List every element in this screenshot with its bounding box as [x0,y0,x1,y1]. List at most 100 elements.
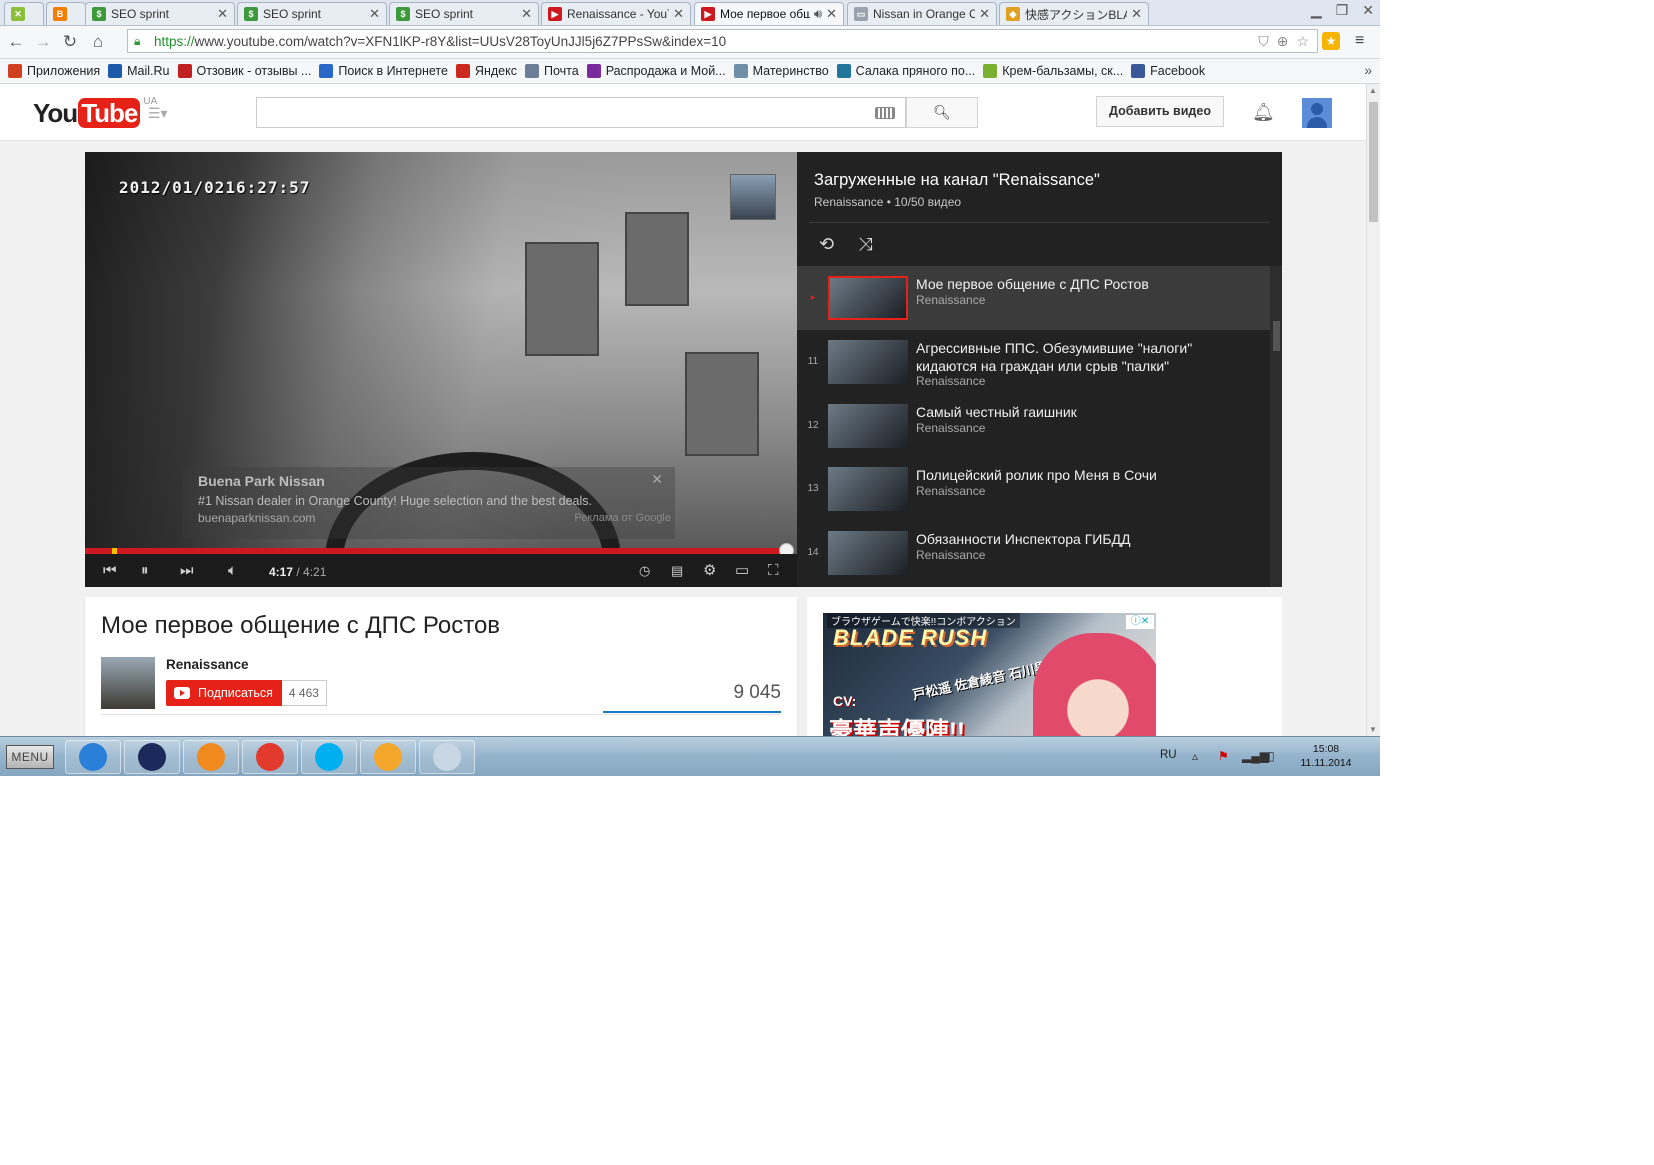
tab-close-icon[interactable]: ✕ [826,6,837,22]
bookmark-5[interactable]: Почта [524,64,579,78]
taskbar-app[interactable] [360,740,416,774]
fullscreen-icon[interactable]: ⛶ [768,561,779,581]
extension-icon[interactable]: ★ [1322,32,1340,50]
playlist-title[interactable]: Загруженные на канал "Renaissance" [814,171,1100,190]
scroll-down-icon[interactable]: ▼ [1369,725,1377,734]
channel-avatar[interactable] [101,657,155,709]
tab-4[interactable]: $ SEO sprint ✕ [389,2,539,25]
playlist-item[interactable]: 12 Самый честный гаишник Renaissance [797,394,1270,458]
ad-title[interactable]: Buena Park Nissan [198,473,325,489]
playlist-item[interactable]: ▸ Мое первое общение с ДПС Ростов Renaissa… [797,266,1270,330]
ad-url[interactable]: buenaparknissan.com [198,511,315,525]
youtube-logo[interactable]: You Tube UA [33,96,157,128]
video-player[interactable]: 2012/01/0216:27:57 Buena Park Nissan #1 … [85,152,797,587]
next-icon[interactable]: ⏭ [180,561,194,581]
tab-5[interactable]: ▶ Renaissance - YouTu ✕ [541,2,691,25]
taskbar-app[interactable] [183,740,239,774]
captions-icon[interactable]: ▤ [671,561,683,581]
taskbar-app[interactable] [124,740,180,774]
tab-3[interactable]: $ SEO sprint ✕ [237,2,387,25]
playlist-scrollbar[interactable] [1270,266,1282,587]
battery-icon[interactable]: ▯ [1268,749,1275,763]
adchoices-icon[interactable]: ⓘ✕ [1126,615,1154,629]
watch-later-icon[interactable]: ◷ [639,561,650,581]
bookmark-7[interactable]: Материнство [733,64,829,78]
tab-close-icon[interactable]: ✕ [369,6,380,22]
bookmark-1[interactable]: Mail.Ru [108,64,170,78]
keyboard-icon[interactable] [875,107,895,119]
subscribe-button[interactable]: Подписаться 4 463 [166,680,327,706]
playlist-item-thumbnail[interactable] [828,404,908,448]
tab-7[interactable]: ▭ Nissan in Orange Co ✕ [847,2,997,25]
scroll-up-icon[interactable]: ▲ [1369,86,1377,95]
forward-icon[interactable]: → [33,32,53,52]
page-scroll-thumb[interactable] [1369,102,1378,222]
tab-1[interactable]: B [46,2,86,25]
notifications-bell-icon[interactable]: 🔔︎ [1252,102,1275,123]
bookmark-10[interactable]: Facebook [1131,64,1205,78]
channel-name[interactable]: Renaissance [166,657,249,672]
taskbar-app[interactable] [419,740,475,774]
close-window-icon[interactable]: ✕ [1362,2,1374,19]
language-indicator[interactable]: RU [1160,749,1177,761]
settings-gear-icon[interactable]: ⚙ [703,561,716,581]
pause-icon[interactable]: ⏸ [141,561,149,581]
subscribe-main[interactable]: Подписаться [166,680,282,706]
video-frame[interactable]: 2012/01/0216:27:57 Buena Park Nissan #1 … [85,152,797,587]
tab-close-icon[interactable]: ✕ [217,6,228,22]
playlist-item[interactable]: 11 Агрессивные ППС. Обезумившие "налоги" … [797,330,1270,394]
ad-close-icon[interactable]: ✕ [651,471,663,488]
upload-button[interactable]: Добавить видео [1096,96,1224,127]
speaker-icon[interactable]: 🔊︎ [814,6,822,22]
previous-icon[interactable]: ⏮ [103,561,117,581]
tab-0[interactable]: ✕ [4,2,44,25]
back-icon[interactable]: ← [6,32,26,52]
page-scrollbar[interactable]: ▲ ▼ [1366,84,1380,736]
ad-banner[interactable]: ブラウザゲームで快楽!!コンボアクション BLADE RUSH 戸松遥 佐倉綾音… [823,613,1156,736]
taskbar-app[interactable] [65,740,121,774]
tab-2[interactable]: $ SEO sprint ✕ [85,2,235,25]
reload-icon[interactable]: ↻ [60,32,80,52]
bookmark-0[interactable]: Приложения [8,64,100,78]
bookmark-8[interactable]: Салака пряного по... [836,64,975,78]
playlist-item[interactable]: 14 Обязанности Инспектора ГИБДД Renaissanc… [797,521,1270,585]
tab-close-icon[interactable]: ✕ [521,6,532,22]
shield-icon[interactable]: ⛉ [1258,33,1269,50]
maximize-icon[interactable]: ❐ [1336,2,1349,19]
playlist-item-thumbnail[interactable] [828,340,908,384]
shuffle-icon[interactable]: ⤨ [858,234,872,255]
avatar[interactable] [1302,98,1332,128]
bookmark-2[interactable]: Отзовик - отзывы ... [177,64,311,78]
volume-icon[interactable]: 🔈︎ [228,561,237,581]
zoom-icon[interactable]: ⊕ [1277,33,1289,50]
tray-expand-icon[interactable]: ▵ [1192,749,1198,763]
bookmark-3[interactable]: Поиск в Интернете [319,64,448,78]
tab-close-icon[interactable]: ✕ [673,6,684,22]
start-button[interactable]: MENU [6,745,54,769]
home-icon[interactable]: ⌂ [88,32,108,52]
bookmark-4[interactable]: Яндекс [455,64,517,78]
tab-close-icon[interactable]: ✕ [1131,6,1142,22]
playlist-item[interactable]: 13 Полицейский ролик про Меня в Сочи Renai… [797,457,1270,521]
bookmarks-more-icon[interactable]: » [1364,62,1372,78]
playlist-item-thumbnail[interactable] [828,467,908,511]
tab-6[interactable]: ▶ Мое первое обш 🔊︎ ✕ [694,2,844,25]
loop-icon[interactable]: ⟲ [819,234,834,255]
playlist-scroll-thumb[interactable] [1273,321,1280,351]
bookmark-6[interactable]: Распродажа и Мой... [586,64,726,78]
playlist-item-thumbnail[interactable] [828,531,908,575]
signal-icon[interactable]: ▂▄▆ [1242,749,1269,763]
search-button[interactable]: 🔍︎ [906,97,978,128]
system-clock[interactable]: 15:08 11.11.2014 [1290,742,1362,770]
taskbar-app[interactable] [301,740,357,774]
taskbar-app[interactable] [242,740,298,774]
address-bar[interactable]: 🔒︎ https://www.youtube.com/watch?v=XFN1l… [127,29,1318,53]
tab-close-icon[interactable]: ✕ [979,6,990,22]
guide-menu-icon[interactable]: ☰▾ [148,106,168,120]
browser-menu-icon[interactable]: ≡ [1355,33,1371,49]
theater-mode-icon[interactable]: ▭ [735,561,749,581]
bookmark-9[interactable]: Крем-бальзамы, ск... [983,64,1123,78]
network-error-icon[interactable]: ⚑ [1218,749,1229,763]
ad-overlay[interactable]: Buena Park Nissan #1 Nissan dealer in Or… [183,467,675,539]
channel-watermark[interactable] [730,174,776,220]
